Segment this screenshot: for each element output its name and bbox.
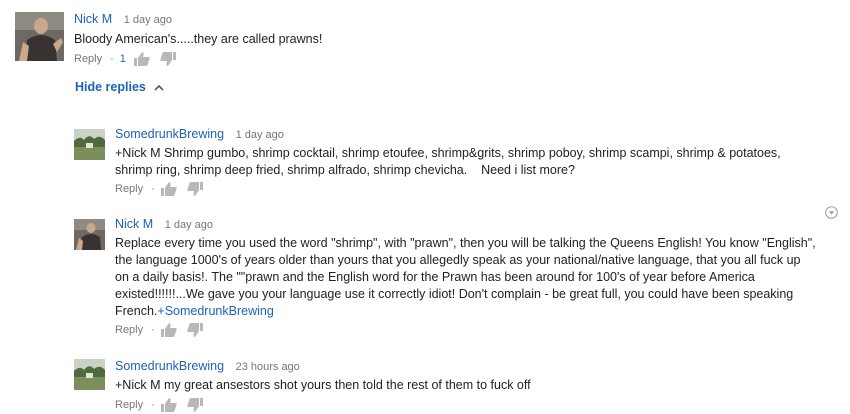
comment-thread: Nick M 1 day ago Bloody American's.....t… [0, 0, 850, 70]
comment-text: Bloody American's.....they are called pr… [74, 32, 323, 46]
thumbs-up-icon[interactable] [160, 323, 177, 337]
comment-header: SomedrunkBrewing 1 day ago [115, 127, 284, 141]
comment-text-line: existed!!!!!!...We gave you your languag… [115, 287, 794, 301]
hide-replies-label: Hide replies [75, 80, 146, 94]
thumbs-up-icon[interactable] [160, 182, 177, 196]
comment-text-line: the language 1000's of years older than … [115, 253, 801, 267]
like-count: 1 [119, 53, 126, 65]
separator-dot: · [110, 53, 114, 65]
comment-text-line: French.+SomedrunkBrewing [115, 303, 835, 320]
author-name[interactable]: Nick M [74, 12, 112, 26]
thumbs-up-icon[interactable] [133, 52, 150, 66]
comment-header: Nick M 1 day ago [115, 217, 213, 231]
dropdown-menu-icon[interactable] [825, 206, 838, 219]
comment-actions: Reply · 1 [74, 52, 186, 66]
reply-button[interactable]: Reply [115, 183, 143, 195]
thumbs-down-icon[interactable] [187, 182, 203, 196]
author-name[interactable]: SomedrunkBrewing [115, 127, 224, 141]
author-name[interactable]: SomedrunkBrewing [115, 359, 224, 373]
avatar[interactable] [74, 219, 105, 250]
reply-button[interactable]: Reply [74, 53, 102, 65]
author-name[interactable]: Nick M [115, 217, 153, 231]
timestamp[interactable]: 1 day ago [124, 14, 172, 26]
avatar[interactable] [74, 129, 105, 160]
comment-actions: Reply · [115, 182, 213, 196]
comment-header: SomedrunkBrewing 23 hours ago [115, 359, 300, 373]
comment-text-line: Replace every time you used the word "sh… [115, 236, 816, 250]
separator-dot: · [151, 399, 155, 411]
mention-link[interactable]: +SomedrunkBrewing [157, 304, 273, 318]
hide-replies-button[interactable]: Hide replies [75, 80, 164, 94]
comment-actions: Reply · [115, 323, 213, 337]
comment-text-line: +Nick M my great ansestors shot yours th… [115, 378, 531, 392]
timestamp[interactable]: 23 hours ago [236, 361, 300, 373]
comment-text-fragment: French. [115, 304, 158, 318]
comment-header: Nick M 1 day ago [74, 12, 172, 26]
reply-button[interactable]: Reply [115, 399, 143, 411]
thumbs-down-icon[interactable] [160, 52, 176, 66]
avatar[interactable] [15, 12, 64, 61]
thumbs-up-icon[interactable] [160, 398, 177, 412]
reply-comment: Nick M 1 day ago Replace every time you … [0, 210, 850, 340]
separator-dot: · [151, 324, 155, 336]
chevron-up-icon [154, 80, 164, 94]
reply-button[interactable]: Reply [115, 324, 143, 336]
reply-comment: SomedrunkBrewing 1 day ago +Nick M Shrim… [0, 120, 850, 200]
comment-text: Replace every time you used the word "sh… [115, 235, 835, 320]
comment-text-line: +Nick M Shrimp gumbo, shrimp cocktail, s… [115, 146, 781, 160]
comment-text: +Nick M Shrimp gumbo, shrimp cocktail, s… [115, 145, 835, 179]
comment-text: +Nick M my great ansestors shot yours th… [115, 377, 835, 394]
separator-dot: · [151, 183, 155, 195]
comment-text-line: shrimp ring, shrimp deep fried, shrimp a… [115, 163, 575, 177]
thumbs-down-icon[interactable] [187, 323, 203, 337]
timestamp[interactable]: 1 day ago [165, 219, 213, 231]
comment-text-line: on a daily basis!. The ""prawn and the E… [115, 270, 755, 284]
timestamp[interactable]: 1 day ago [236, 129, 284, 141]
reply-comment: SomedrunkBrewing 23 hours ago +Nick M my… [0, 350, 850, 414]
comment-actions: Reply · [115, 398, 213, 412]
avatar[interactable] [74, 359, 105, 390]
thumbs-down-icon[interactable] [187, 398, 203, 412]
